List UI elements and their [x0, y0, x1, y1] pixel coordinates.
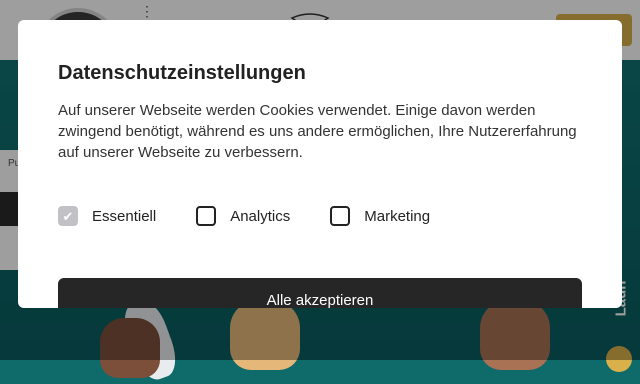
essential-checkbox[interactable]: ✔ — [58, 206, 78, 226]
marketing-label[interactable]: Marketing — [364, 208, 430, 225]
dialog-description: Auf unserer Webseite werden Cookies verw… — [58, 102, 577, 161]
marketing-checkbox[interactable] — [330, 206, 351, 226]
accept-all-button[interactable]: Alle akzeptieren — [58, 278, 582, 308]
checkmark-icon: ✔ — [62, 208, 74, 224]
option-essential: ✔ Essentiell — [58, 206, 156, 226]
option-marketing: Marketing — [330, 206, 430, 226]
analytics-label[interactable]: Analytics — [230, 208, 290, 225]
essential-label: Essentiell — [92, 207, 157, 225]
consent-options: ✔ Essentiell Analytics Marketing — [58, 204, 470, 228]
cookie-consent-dialog: Datenschutzeinstellungen Auf unserer Web… — [18, 20, 622, 308]
analytics-checkbox[interactable] — [196, 206, 217, 226]
dialog-title: Datenschutzeinstellungen — [58, 62, 306, 84]
option-analytics: Analytics — [196, 206, 290, 226]
